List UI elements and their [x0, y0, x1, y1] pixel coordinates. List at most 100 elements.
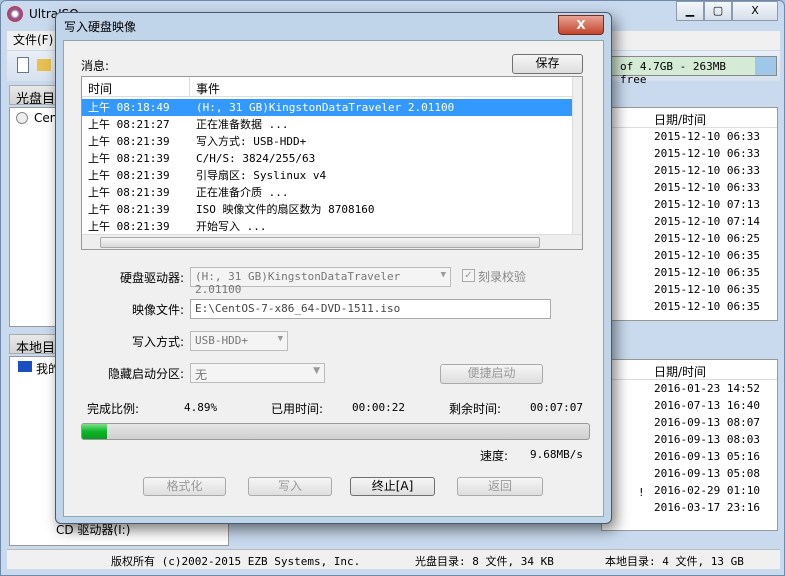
hidden-partition-value: 无 [195, 368, 208, 382]
hidden-partition-label: 隐藏启动分区: [107, 367, 184, 381]
iso-file-row[interactable]: 2015-12-10 06:35 [648, 281, 777, 298]
iso-file-row[interactable]: 2015-12-10 07:14 [648, 213, 777, 230]
message-event: C/H/S: 3824/255/63 [196, 152, 316, 165]
warning-flag: ! [638, 486, 645, 499]
local-file-row[interactable]: 2016-09-13 05:08 [648, 465, 777, 482]
local-file-row[interactable]: 2016-09-13 05:16 [648, 448, 777, 465]
local-file-row[interactable]: 2016-07-13 16:40 [648, 397, 777, 414]
drive-select[interactable]: (H:, 31 GB)KingstonDataTraveler 2.01100 ▼ [190, 267, 451, 296]
message-row[interactable]: 上午 08:21:27 正在准备数据 ... [82, 116, 572, 133]
write-disk-image-dialog: 写入硬盘映像 X 消息: 保存 时间 事件 上午 08:18:49 (H:, 31… [55, 12, 612, 524]
status-copyright: 版权所有 (c)2002-2015 EZB Systems, Inc. [111, 555, 361, 568]
message-vertical-scrollbar[interactable] [572, 77, 582, 235]
message-time: 上午 08:21:39 [88, 135, 170, 148]
format-button[interactable]: 格式化 [143, 477, 226, 496]
message-row[interactable]: 上午 08:21:39 开始写入 ... [82, 218, 572, 235]
back-button[interactable]: 返回 [457, 477, 543, 496]
status-local-dir: 本地目录: 4 文件, 13 GB [605, 555, 744, 568]
message-time: 上午 08:21:39 [88, 203, 170, 216]
local-file-row[interactable]: 2016-03-17 23:16 [648, 499, 777, 516]
computer-icon [18, 361, 32, 372]
progress-bar-fill [82, 424, 107, 439]
message-list-header: 时间 事件 [82, 77, 582, 97]
write-method-value: USB-HDD+ [195, 334, 248, 347]
message-time: 上午 08:21:39 [88, 169, 170, 182]
remaining-label: 剩余时间: [449, 402, 502, 416]
speed-label: 速度: [480, 449, 509, 463]
message-list: 时间 事件 上午 08:18:49 (H:, 31 GB)KingstonData… [81, 76, 583, 250]
chevron-down-icon: ▼ [277, 334, 283, 344]
iso-file-row[interactable]: 2015-12-10 06:33 [648, 179, 777, 196]
hidden-partition-select[interactable]: 无 ▼ [190, 363, 325, 383]
dialog-title: 写入硬盘映像 [64, 20, 137, 34]
menu-file[interactable]: 文件(F) [7, 33, 53, 47]
write-method-label: 写入方式: [131, 335, 184, 349]
verify-checkbox[interactable]: ✓ [462, 269, 475, 282]
iso-file-row[interactable]: 2015-12-10 06:35 [648, 247, 777, 264]
image-file-input[interactable]: E:\CentOS-7-x86_64-DVD-1511.iso [190, 299, 551, 319]
message-row[interactable]: 上午 08:18:49 (H:, 31 GB)KingstonDataTravel… [82, 99, 572, 116]
local-file-row[interactable]: 2016-09-13 08:07 [648, 414, 777, 431]
save-button[interactable]: 保存 [512, 54, 583, 74]
message-event: ISO 映像文件的扇区数为 8708160 [196, 203, 375, 216]
minimize-button[interactable]: ▁ [676, 1, 704, 21]
maximize-button[interactable]: ▢ [704, 1, 732, 21]
message-row[interactable]: 上午 08:21:39 写入方式: USB-HDD+ [82, 133, 572, 150]
write-button[interactable]: 写入 [248, 477, 332, 496]
iso-file-row[interactable]: 2015-12-10 06:33 [648, 128, 777, 145]
message-event: 开始写入 ... [196, 220, 267, 233]
verify-label: 刻录校验 [478, 270, 527, 284]
event-column-header[interactable]: 事件 [190, 77, 226, 96]
iso-file-row[interactable]: 2015-12-10 06:33 [648, 162, 777, 179]
time-column-header[interactable]: 时间 [82, 77, 190, 96]
speed-value: 9.68MB/s [530, 448, 583, 461]
drive-value: (H:, 31 GB)KingstonDataTraveler 2.01100 [195, 270, 401, 296]
iso-file-row[interactable]: 2015-12-10 06:35 [648, 264, 777, 281]
iso-file-row[interactable]: 2015-12-10 06:25 [648, 230, 777, 247]
message-horizontal-scrollbar[interactable] [82, 234, 582, 249]
iso-file-list: 日期/时间 2015-12-10 06:33 2015-12-10 06:33 20… [601, 107, 778, 321]
progress-bar [81, 423, 590, 440]
local-file-row[interactable]: 2016-09-13 08:03 [648, 431, 777, 448]
message-event: (H:, 31 GB)KingstonDataTraveler 2.01100 [196, 101, 455, 114]
elapsed-label: 已用时间: [271, 402, 324, 416]
iso-file-row[interactable]: 2015-12-10 06:33 [648, 145, 777, 162]
drive-label: 硬盘驱动器: [119, 271, 184, 285]
chevron-down-icon: ▼ [313, 366, 320, 376]
message-row[interactable]: 上午 08:21:39 正在准备介质 ... [82, 184, 572, 201]
quick-boot-button[interactable]: 便捷启动 [440, 364, 543, 384]
dialog-close-button[interactable]: X [558, 15, 604, 35]
abort-button[interactable]: 终止[A] [350, 477, 435, 496]
progress-value: 4.89% [184, 401, 218, 414]
date-column-header[interactable]: 日期/时间 [602, 360, 777, 380]
elapsed-value: 00:00:22 [352, 401, 405, 414]
local-file-row[interactable]: 2016-02-29 01:10 [648, 482, 777, 499]
disc-icon [16, 112, 28, 124]
image-file-label: 映像文件: [131, 303, 184, 317]
close-window-button[interactable]: X [732, 1, 778, 21]
iso-file-row[interactable]: 2015-12-10 07:13 [648, 196, 777, 213]
message-row[interactable]: 上午 08:21:39 ISO 映像文件的扇区数为 8708160 [82, 201, 572, 218]
progress-label: 完成比例: [87, 402, 140, 416]
iso-file-row[interactable]: 2015-12-10 06:35 [648, 298, 777, 315]
message-event: 写入方式: USB-HDD+ [196, 135, 307, 148]
local-file-row[interactable]: 2016-01-23 14:52 [648, 380, 777, 397]
new-file-icon[interactable] [17, 57, 29, 73]
remaining-value: 00:07:07 [530, 401, 583, 414]
message-row[interactable]: 上午 08:21:39 引导扇区: Syslinux v4 [82, 167, 572, 184]
open-folder-icon[interactable] [37, 59, 51, 71]
message-time: 上午 08:18:49 [88, 101, 170, 114]
message-time: 上午 08:21:39 [88, 186, 170, 199]
write-method-select[interactable]: USB-HDD+ ▼ [190, 331, 288, 351]
message-time: 上午 08:21:39 [88, 152, 170, 165]
date-column-header[interactable]: 日期/时间 [602, 108, 777, 128]
message-event: 正在准备数据 ... [196, 118, 289, 131]
message-time: 上午 08:21:27 [88, 118, 170, 131]
chevron-down-icon: ▼ [440, 270, 446, 280]
message-event: 正在准备介质 ... [196, 186, 289, 199]
local-file-list: 日期/时间 2016-01-23 14:52 2016-07-13 16:40 20… [601, 359, 778, 531]
status-bar: 版权所有 (c)2002-2015 EZB Systems, Inc. 光盘目录… [7, 549, 780, 569]
capacity-bar: of 4.7GB - 263MB free [601, 56, 777, 86]
message-row[interactable]: 上午 08:21:39 C/H/S: 3824/255/63 [82, 150, 572, 167]
message-event: 引导扇区: Syslinux v4 [196, 169, 327, 182]
